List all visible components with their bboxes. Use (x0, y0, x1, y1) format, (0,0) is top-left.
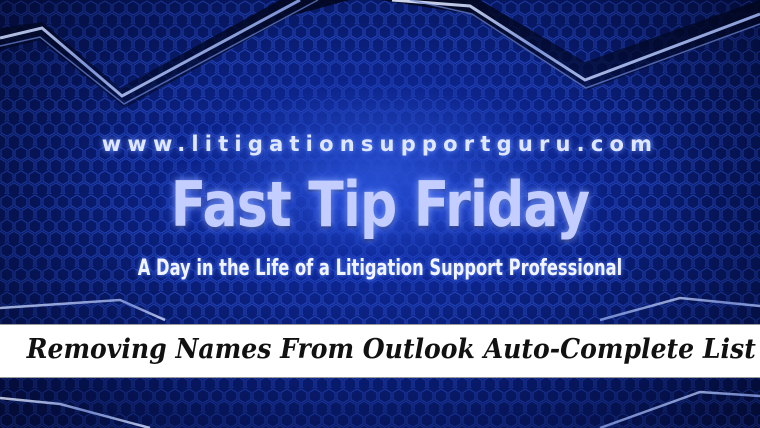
banner-subtitle: A Day in the Life of a Litigation Suppor… (137, 256, 623, 281)
caption-text: Removing Names From Outlook Auto-Complet… (26, 334, 756, 365)
banner-image: www.litigationsupportguru.com Fast Tip F… (0, 0, 760, 428)
banner-title: Fast Tip Friday (170, 168, 590, 241)
website-url: www.litigationsupportguru.com (101, 132, 659, 156)
caption-bar: Removing Names From Outlook Auto-Complet… (0, 324, 760, 378)
